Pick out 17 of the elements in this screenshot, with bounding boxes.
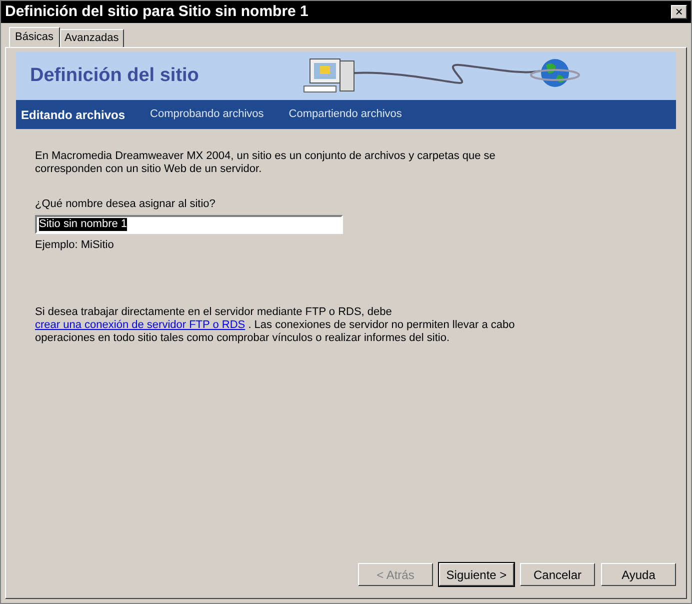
site-name-field[interactable]: Sitio sin nombre 1 xyxy=(35,215,343,234)
field-label: ¿Qué nombre desea asignar al sitio? xyxy=(35,198,216,211)
step-label: Compartiendo archivos xyxy=(288,107,402,122)
tab[interactable]: Básicas xyxy=(9,27,60,47)
wizard-button[interactable]: Cancelar xyxy=(520,563,595,586)
wizard-button[interactable]: Ayuda xyxy=(601,563,676,586)
banner-title: Definición del sitio xyxy=(30,64,200,88)
step-label: Editando archivos xyxy=(21,106,126,124)
wizard-button[interactable]: Siguiente > xyxy=(439,563,514,586)
tab[interactable]: Avanzadas xyxy=(60,29,124,47)
window-title: Definición del sitio para Sitio sin nombre 1 xyxy=(5,2,308,22)
server-connection-link[interactable]: crear una conexión de servidor FTP o RDS xyxy=(35,319,246,331)
intro-text: En Macromedia Dreamweaver MX 2004, un sitio es un conjunto de archivos y carpetas que se corresponden con un sitio Web de un servidor. xyxy=(35,150,496,176)
server-note: Si desea trabajar directamente en el servidor mediante FTP o RDS, debe crear una conexión de servidor FTP o RDS . Las conexiones de servidor no permiten llevar a cabo operaciones en todo sitio tales como comprobar vínculos o realizar informes del sitio. xyxy=(35,306,516,345)
close-button[interactable]: × xyxy=(671,5,687,19)
example-text: Ejemplo: MiSitio xyxy=(35,239,115,252)
step-label: Comprobando archivos xyxy=(150,107,264,122)
